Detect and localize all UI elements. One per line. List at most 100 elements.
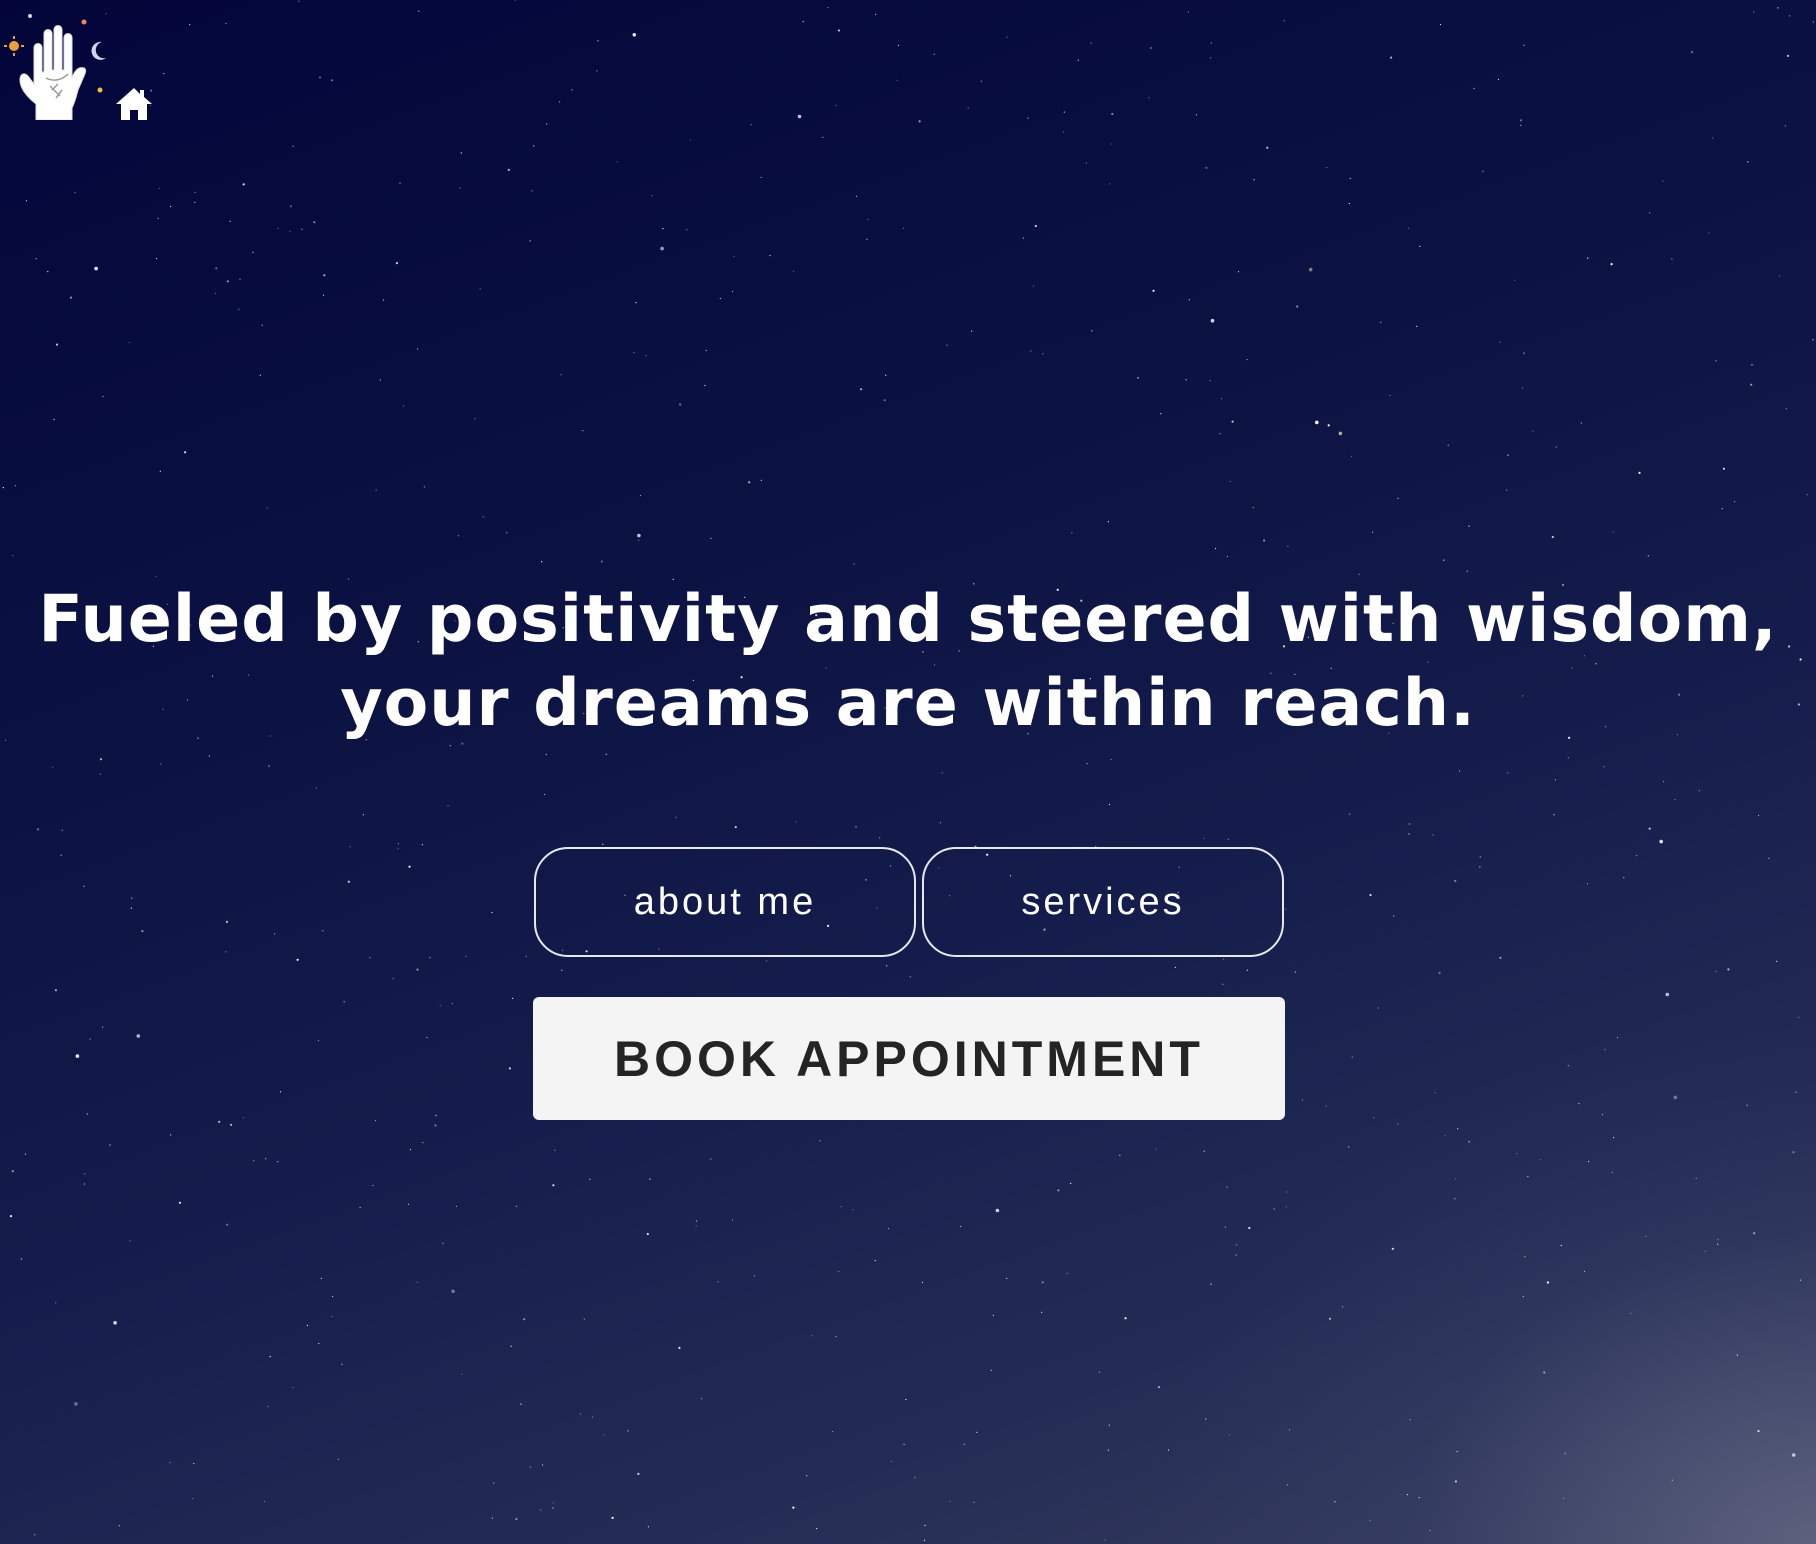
star [544, 793, 546, 796]
star [1611, 1171, 1613, 1174]
star [1551, 535, 1554, 539]
star [136, 1034, 141, 1038]
star [600, 560, 603, 563]
star [54, 989, 58, 992]
star [1708, 232, 1710, 234]
star [686, 229, 688, 231]
star [102, 1026, 104, 1028]
star [1227, 838, 1229, 840]
star [35, 258, 37, 260]
star [61, 829, 63, 831]
star [442, 1242, 444, 1244]
star [1377, 1007, 1379, 1009]
star [1248, 1226, 1251, 1230]
star [822, 136, 824, 138]
star [1107, 521, 1109, 523]
star [99, 758, 103, 761]
star [1444, 1135, 1446, 1137]
star [1727, 968, 1730, 971]
star [837, 29, 841, 32]
star [141, 930, 144, 933]
star [1393, 915, 1395, 917]
star [1520, 124, 1522, 126]
star [1497, 78, 1500, 80]
star [225, 22, 227, 25]
star [1098, 1371, 1100, 1373]
star [9, 1215, 13, 1218]
star [1784, 125, 1786, 127]
star [1603, 766, 1605, 768]
star [515, 1205, 518, 1207]
star [552, 1502, 554, 1504]
star [277, 1161, 279, 1163]
star [852, 1209, 854, 1211]
star [332, 1295, 334, 1298]
star [546, 123, 548, 125]
star [591, 1416, 594, 1418]
star [552, 1507, 554, 1509]
home-icon[interactable] [114, 86, 154, 122]
star [1612, 531, 1614, 533]
star [1409, 1419, 1411, 1421]
star [560, 374, 562, 376]
star [874, 1260, 876, 1262]
star [397, 843, 399, 845]
star [523, 1318, 526, 1321]
star [1715, 970, 1717, 973]
star [94, 266, 98, 271]
star [416, 968, 419, 971]
star [1226, 555, 1228, 558]
book-appointment-button[interactable]: BOOK APPOINTMENT [533, 997, 1285, 1120]
star [1757, 814, 1760, 817]
star [924, 1524, 926, 1526]
star [939, 822, 942, 824]
star [897, 44, 900, 47]
star [1454, 879, 1457, 883]
star [1071, 532, 1073, 534]
star [1091, 330, 1093, 332]
star [178, 1201, 181, 1204]
star [460, 152, 462, 154]
star [645, 355, 647, 357]
star [170, 1134, 172, 1136]
about-me-button[interactable]: about me [534, 847, 916, 957]
star [253, 1160, 255, 1162]
star [1616, 1036, 1619, 1039]
star [816, 1528, 818, 1530]
star [1108, 803, 1111, 806]
star [408, 865, 411, 868]
star [1077, 59, 1079, 61]
star [1613, 1136, 1615, 1139]
star [422, 1141, 424, 1144]
star [421, 844, 423, 846]
star [1560, 1244, 1562, 1247]
star [1564, 1452, 1566, 1454]
star [734, 826, 737, 829]
starry-sky-background [0, 0, 1816, 1544]
star [1389, 394, 1391, 396]
star [1777, 7, 1779, 9]
star [1408, 833, 1410, 835]
star [1157, 1386, 1160, 1389]
star [434, 1124, 437, 1127]
star [1334, 1501, 1336, 1503]
star [1519, 119, 1523, 122]
star [47, 271, 49, 273]
star [515, 1518, 518, 1521]
star [341, 1363, 343, 1365]
star [461, 1373, 463, 1375]
palm-logo-icon[interactable] [0, 8, 110, 121]
star [447, 805, 449, 807]
services-button[interactable]: services [922, 847, 1284, 957]
star [704, 384, 706, 387]
star [1391, 1247, 1394, 1250]
star [976, 1431, 978, 1433]
star [1235, 1254, 1237, 1256]
star [602, 843, 604, 845]
star [678, 1346, 681, 1349]
star [1358, 573, 1360, 575]
star [1246, 359, 1248, 361]
star [748, 481, 751, 484]
star [155, 575, 157, 577]
star [717, 1281, 719, 1283]
